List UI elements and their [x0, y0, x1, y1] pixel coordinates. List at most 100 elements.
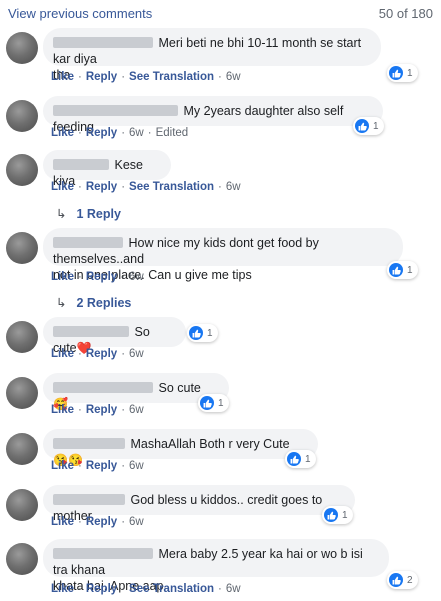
- see-translation-button[interactable]: See Translation: [129, 181, 214, 193]
- commenter-name-redacted[interactable]: [53, 159, 109, 170]
- like-button[interactable]: Like: [51, 404, 74, 416]
- view-previous-comments-link[interactable]: View previous comments: [8, 6, 152, 21]
- comment-text: So cute: [158, 381, 201, 395]
- timestamp[interactable]: 6w: [129, 348, 144, 360]
- comment-count: 50 of 180: [378, 6, 433, 21]
- comment-bubble: So cute❤️: [43, 317, 186, 355]
- reaction-count: 1: [373, 120, 379, 132]
- thumbs-up-icon: [189, 326, 203, 340]
- reaction-count-badge[interactable]: 1: [353, 117, 384, 135]
- comments-header: View previous comments 50 of 180: [0, 0, 441, 26]
- avatar[interactable]: [6, 321, 38, 353]
- comment-actions: Like · Reply · 6w: [51, 271, 144, 283]
- like-button[interactable]: Like: [51, 271, 74, 283]
- timestamp[interactable]: 6w: [129, 404, 144, 416]
- reply-button[interactable]: Reply: [86, 127, 117, 139]
- avatar[interactable]: [6, 489, 38, 521]
- reaction-count: 2: [407, 574, 413, 586]
- like-button[interactable]: Like: [51, 127, 74, 139]
- comment-bubble: My 2years daughter also self feeding: [43, 96, 383, 134]
- thumbs-up-icon: [389, 66, 403, 80]
- avatar[interactable]: [6, 433, 38, 465]
- comment-actions: Like · Reply · 6w · Edited: [51, 127, 189, 139]
- commenter-name-redacted[interactable]: [53, 37, 153, 48]
- comment-bubble: MashaAllah Both r very Cute 😘😘: [43, 429, 318, 467]
- reaction-count: 1: [407, 264, 413, 276]
- reaction-count-badge[interactable]: 2: [387, 571, 418, 589]
- avatar[interactable]: [6, 154, 38, 186]
- comment-actions: Like · Reply · See Translation · 6w: [51, 181, 241, 193]
- thumbs-up-icon: [389, 573, 403, 587]
- reply-button[interactable]: Reply: [86, 460, 117, 472]
- like-button[interactable]: Like: [51, 71, 74, 83]
- reaction-count: 1: [218, 397, 224, 409]
- thumbs-up-icon: [324, 508, 338, 522]
- timestamp[interactable]: 6w: [226, 583, 241, 595]
- edited-label: Edited: [155, 127, 189, 139]
- reaction-count: 1: [207, 327, 213, 339]
- view-replies-link[interactable]: ↳ 2 Replies: [56, 295, 131, 310]
- reaction-count-badge[interactable]: 1: [187, 324, 218, 342]
- see-translation-button[interactable]: See Translation: [129, 71, 214, 83]
- thumbs-up-icon: [287, 452, 301, 466]
- comment-bubble: Mera baby 2.5 year ka hai or wo b isi tr…: [43, 539, 389, 593]
- commenter-name-redacted[interactable]: [53, 105, 178, 116]
- like-button[interactable]: Like: [51, 181, 74, 193]
- comment-actions: Like · Reply · See Translation · 6w: [51, 71, 241, 83]
- like-button[interactable]: Like: [51, 516, 74, 528]
- reply-arrow-icon: ↳: [56, 207, 67, 221]
- timestamp[interactable]: 6w: [226, 181, 241, 193]
- thumbs-up-icon: [389, 263, 403, 277]
- commenter-name-redacted[interactable]: [53, 494, 125, 505]
- commenter-name-redacted[interactable]: [53, 326, 129, 337]
- comment-actions: Like · Reply · 6w: [51, 516, 144, 528]
- thumbs-up-icon: [200, 396, 214, 410]
- like-button[interactable]: Like: [51, 583, 74, 595]
- timestamp[interactable]: 6w: [129, 271, 144, 283]
- comment-bubble: How nice my kids dont get food by themse…: [43, 228, 403, 282]
- commenter-name-redacted[interactable]: [53, 237, 123, 248]
- commenter-name-redacted[interactable]: [53, 382, 153, 393]
- comment-bubble: Kese kiya: [43, 150, 171, 188]
- reply-button[interactable]: Reply: [86, 516, 117, 528]
- comment-actions: Like · Reply · See Translation · 6w: [51, 583, 241, 595]
- see-translation-button[interactable]: See Translation: [129, 583, 214, 595]
- timestamp[interactable]: 6w: [129, 460, 144, 472]
- reaction-count: 1: [407, 67, 413, 79]
- commenter-name-redacted[interactable]: [53, 548, 153, 559]
- reply-button[interactable]: Reply: [86, 348, 117, 360]
- replies-count: 1 Reply: [76, 207, 121, 221]
- view-replies-link[interactable]: ↳ 1 Reply: [56, 206, 121, 221]
- comment-actions: Like · Reply · 6w: [51, 460, 144, 472]
- comment-actions: Like · Reply · 6w: [51, 404, 144, 416]
- commenter-name-redacted[interactable]: [53, 438, 125, 449]
- reaction-count: 1: [342, 509, 348, 521]
- comment-actions: Like · Reply · 6w: [51, 348, 144, 360]
- reaction-count-badge[interactable]: 1: [387, 64, 418, 82]
- replies-count: 2 Replies: [76, 296, 132, 310]
- comment-bubble: Meri beti ne bhi 10-11 month se start ka…: [43, 28, 381, 82]
- avatar[interactable]: [6, 100, 38, 132]
- like-button[interactable]: Like: [51, 348, 74, 360]
- reply-button[interactable]: Reply: [86, 181, 117, 193]
- comment-text: MashaAllah Both r very Cute: [130, 437, 290, 451]
- reply-arrow-icon: ↳: [56, 296, 67, 310]
- reaction-count-badge[interactable]: 1: [322, 506, 353, 524]
- reply-button[interactable]: Reply: [86, 71, 117, 83]
- reaction-count-badge[interactable]: 1: [285, 450, 316, 468]
- reaction-count-badge[interactable]: 1: [387, 261, 418, 279]
- like-button[interactable]: Like: [51, 460, 74, 472]
- avatar[interactable]: [6, 543, 38, 575]
- timestamp[interactable]: 6w: [129, 127, 144, 139]
- reply-button[interactable]: Reply: [86, 583, 117, 595]
- timestamp[interactable]: 6w: [226, 71, 241, 83]
- avatar[interactable]: [6, 32, 38, 64]
- reply-button[interactable]: Reply: [86, 404, 117, 416]
- reply-button[interactable]: Reply: [86, 271, 117, 283]
- avatar[interactable]: [6, 377, 38, 409]
- thumbs-up-icon: [355, 119, 369, 133]
- reaction-count-badge[interactable]: 1: [198, 394, 229, 412]
- comment-bubble: God bless u kiddos.. credit goes to moth…: [43, 485, 355, 523]
- timestamp[interactable]: 6w: [129, 516, 144, 528]
- avatar[interactable]: [6, 232, 38, 264]
